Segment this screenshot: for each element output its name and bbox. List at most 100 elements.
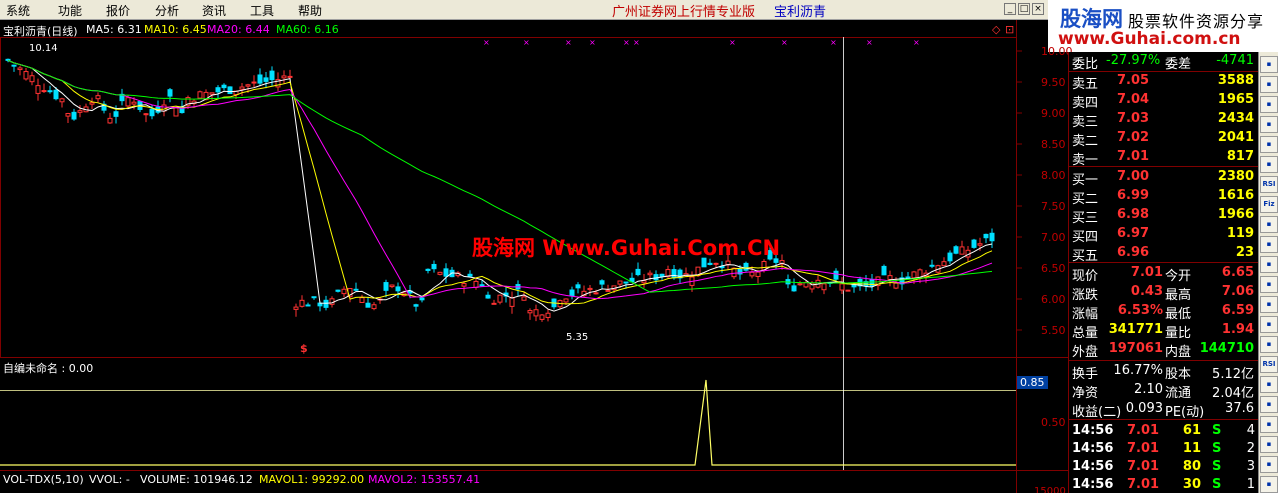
toolbar-button[interactable]: ▪ [1260, 256, 1278, 273]
toolbar-button[interactable]: ▪ [1260, 476, 1278, 493]
toolbar-button[interactable]: ▪ [1260, 396, 1278, 413]
toolbar-button[interactable]: ▪ [1260, 216, 1278, 233]
maximize-button[interactable]: □ [1018, 3, 1030, 15]
price-pane-title: 宝利沥青(日线) [3, 25, 78, 38]
stat-value: 197061 [1108, 341, 1163, 356]
fin-value: 2.10 [1134, 382, 1163, 397]
tick-row: 14:56 7.01 11 S 2 [1069, 440, 1259, 459]
candle-body [257, 74, 263, 84]
fin-label: 净资 [1072, 386, 1099, 401]
candle-body [41, 90, 47, 93]
menu-quote[interactable]: 报价 [106, 2, 130, 19]
toolbar-button[interactable]: ▪ [1260, 376, 1278, 393]
candle-body [473, 280, 479, 288]
tick-volume: 11 [1182, 441, 1201, 456]
buy-level-row: 买一 7.00 2380 [1069, 168, 1259, 188]
toolbar-button[interactable]: ▪ [1260, 436, 1278, 453]
fin-row: 净资 2.10 流通 2.04亿 [1069, 381, 1259, 401]
candle-body [89, 102, 95, 105]
sell-level-price: 7.04 [1117, 92, 1150, 107]
toolbar-button[interactable]: ▪ [1260, 336, 1278, 353]
toolbar-button[interactable]: Fiz [1260, 196, 1278, 213]
signal-marker: $ [300, 342, 308, 355]
candle-body [911, 271, 917, 279]
candle-body [839, 283, 845, 291]
toolbar-button[interactable]: RSI [1260, 176, 1278, 193]
menu-system[interactable]: 系统 [6, 2, 30, 19]
sell-level-row: 卖五 7.05 3588 [1069, 72, 1259, 92]
candle-body [929, 264, 935, 267]
menu-analysis[interactable]: 分析 [155, 2, 179, 19]
fin-row: 收益(二) 0.093 PE(动) 37.6 [1069, 400, 1259, 420]
sell-level-volume: 2434 [1217, 111, 1254, 126]
dots-icon[interactable]: ⊡ [1005, 23, 1014, 36]
toolbar-button[interactable]: ▪ [1260, 156, 1278, 173]
toolbar-button[interactable]: ▪ [1260, 96, 1278, 113]
sell-level-label: 卖三 [1072, 115, 1099, 130]
tick-count: 4 [1246, 423, 1255, 438]
buy-level-row: 买四 6.97 119 [1069, 225, 1259, 245]
toolbar-button[interactable]: RSI [1260, 356, 1278, 373]
candle-body [239, 86, 245, 90]
logo-url: www.Guhai.com.cn [1058, 29, 1241, 49]
toolbar-button[interactable]: ▪ [1260, 136, 1278, 153]
low-price-label: 5.35 [566, 332, 589, 343]
buy-level-volume: 119 [1226, 226, 1254, 241]
stat-value: 144710 [1199, 341, 1254, 356]
candle-body [887, 275, 893, 280]
candle-body [131, 101, 137, 105]
toolbar-button[interactable]: ▪ [1260, 456, 1278, 473]
candle-body [413, 304, 419, 307]
watermark-text: 股海网 Www.Guhai.Com.CN [472, 236, 781, 260]
buy-level-label: 买二 [1072, 192, 1099, 207]
menu-tools[interactable]: 工具 [250, 2, 274, 19]
toolbar-button[interactable]: ▪ [1260, 236, 1278, 253]
weibi-label: 委比 [1072, 57, 1099, 72]
minimize-button[interactable]: _ [1004, 3, 1016, 15]
ma10-label: MA10: 6.45 [144, 23, 207, 36]
candle-body [461, 283, 467, 287]
toolbar-button[interactable]: ▪ [1260, 56, 1278, 73]
candle-body [755, 271, 761, 277]
tick-count: 2 [1246, 441, 1255, 456]
close-button[interactable]: × [1032, 3, 1044, 15]
sell-level-row: 卖二 7.02 2041 [1069, 129, 1259, 149]
stat-value: 1.94 [1221, 322, 1254, 337]
candle-body [845, 289, 851, 292]
diamond-icon[interactable]: ◇ [992, 23, 1000, 36]
toolbar-button[interactable]: ▪ [1260, 276, 1278, 293]
menu-function[interactable]: 功能 [58, 2, 82, 19]
toolbar-button[interactable]: ▪ [1260, 316, 1278, 333]
app-title: 广州证券网上行情专业版 [612, 5, 756, 20]
candle-body [245, 84, 251, 87]
stat-row: 涨跌 0.43 最高 7.06 [1069, 283, 1259, 303]
candle-body [881, 265, 887, 276]
menu-help[interactable]: 帮助 [298, 2, 322, 19]
toolbar-button[interactable]: ▪ [1260, 116, 1278, 133]
stat-value: 341771 [1108, 322, 1163, 337]
toolbar-button[interactable]: ▪ [1260, 296, 1278, 313]
vvol-label: VVOL: - [89, 473, 130, 486]
ma60-label: MA60: 6.16 [276, 23, 339, 36]
weibi-row: 委比 -27.97% 委差 -4741 [1069, 52, 1259, 72]
top-marker-icon: × [565, 38, 572, 47]
tick-volume: 80 [1182, 459, 1201, 474]
kline-chart[interactable]: × × × × × × × × × × × 宝利沥青(日线) MA5: 6.31 MA10: 6.4… [0, 20, 1073, 493]
sell-level-row: 卖三 7.03 2434 [1069, 110, 1259, 130]
fin-label: 收益(二) [1072, 405, 1122, 420]
fin-value: 16.77% [1113, 363, 1163, 378]
buy-level-label: 买五 [1072, 249, 1099, 264]
indicator-line [0, 379, 1016, 466]
buy-level-price: 7.00 [1117, 169, 1150, 184]
volume-pane-title: VOL-TDX(5,10) [3, 473, 84, 486]
weibi-value: -27.97% [1106, 53, 1161, 68]
mavol1-label: MAVOL1: 99292.00 [259, 473, 365, 486]
menu-news[interactable]: 资讯 [202, 2, 226, 19]
toolbar-button[interactable]: ▪ [1260, 76, 1278, 93]
price-axis-label: 6.50 [1041, 262, 1066, 275]
fin-value: 2.04亿 [1212, 386, 1254, 401]
candle-body [383, 282, 389, 291]
toolbar-button[interactable]: ▪ [1260, 416, 1278, 433]
sell-level-row: 卖四 7.04 1965 [1069, 91, 1259, 111]
candle-body [641, 280, 647, 284]
